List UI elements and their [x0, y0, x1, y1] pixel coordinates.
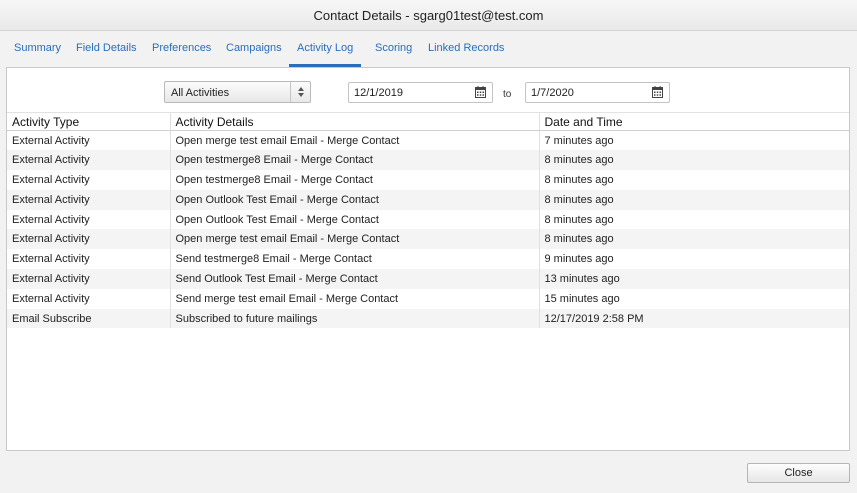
table-row[interactable]: Email Subscribe Subscribed to future mai…	[7, 308, 849, 329]
calendar-icon[interactable]	[652, 86, 663, 98]
column-header-activity-type[interactable]: Activity Type	[7, 112, 170, 131]
tab-activity-log[interactable]: Activity Log	[289, 42, 362, 67]
activity-type-cell: External Activity	[7, 209, 170, 230]
activity-type-cell: Email Subscribe	[7, 308, 170, 329]
from-date-input[interactable]	[349, 83, 469, 102]
activity-details-cell: Open testmerge8 Email - Merge Contact	[169, 170, 539, 190]
date-range-to-label: to	[503, 89, 512, 100]
to-date-input[interactable]	[526, 83, 646, 102]
tab-preferences[interactable]: Preferences	[152, 42, 211, 67]
activity-type-cell: External Activity	[7, 150, 170, 171]
activity-details-cell: Open testmerge8 Email - Merge Contact	[169, 150, 539, 171]
tab-campaigns[interactable]: Campaigns	[226, 42, 282, 67]
table-row[interactable]: External Activity Open Outlook Test Emai…	[7, 209, 849, 230]
activity-details-cell: Open merge test email Email - Merge Cont…	[169, 130, 539, 151]
date-time-cell: 7 minutes ago	[538, 130, 849, 151]
activity-details-cell: Subscribed to future mailings	[169, 308, 539, 329]
date-time-cell: 8 minutes ago	[538, 209, 849, 230]
date-time-cell: 12/17/2019 2:58 PM	[538, 308, 849, 329]
activity-type-cell: External Activity	[7, 288, 170, 309]
date-time-cell: 8 minutes ago	[538, 150, 849, 171]
activity-type-cell: External Activity	[7, 170, 170, 190]
close-button[interactable]: Close	[747, 463, 850, 483]
activity-details-cell: Send testmerge8 Email - Merge Contact	[169, 249, 539, 270]
activity-details-cell: Open Outlook Test Email - Merge Contact	[169, 189, 539, 210]
activity-details-cell: Send merge test email Email - Merge Cont…	[169, 288, 539, 309]
date-time-cell: 15 minutes ago	[538, 288, 849, 309]
table-row[interactable]: External Activity Open testmerge8 Email …	[7, 150, 849, 171]
date-time-cell: 8 minutes ago	[538, 229, 849, 250]
table-row[interactable]: External Activity Send testmerge8 Email …	[7, 249, 849, 270]
date-time-cell: 13 minutes ago	[538, 269, 849, 289]
activity-type-value: All Activities	[171, 87, 230, 99]
activity-type-cell: External Activity	[7, 269, 170, 289]
date-time-cell: 8 minutes ago	[538, 170, 849, 190]
up-down-arrows-icon	[290, 82, 310, 102]
activity-table: Activity Type Activity Details Date and …	[7, 112, 849, 329]
from-date-field	[348, 82, 493, 103]
column-header-date-time[interactable]: Date and Time	[538, 112, 849, 131]
tab-summary[interactable]: Summary	[14, 42, 61, 67]
date-time-cell: 8 minutes ago	[538, 189, 849, 210]
date-time-cell: 9 minutes ago	[538, 249, 849, 270]
activity-log-panel: All Activities to	[6, 67, 850, 451]
to-date-field	[525, 82, 670, 103]
table-row[interactable]: External Activity Send merge test email …	[7, 288, 849, 309]
activity-details-cell: Open Outlook Test Email - Merge Contact	[169, 209, 539, 230]
tab-bar: Summary Field Details Preferences Campai…	[0, 31, 857, 67]
activity-type-cell: External Activity	[7, 130, 170, 151]
table-row[interactable]: External Activity Open merge test email …	[7, 229, 849, 250]
table-row[interactable]: External Activity Open testmerge8 Email …	[7, 170, 849, 190]
calendar-icon[interactable]	[475, 86, 486, 98]
activity-type-select[interactable]: All Activities	[164, 81, 311, 103]
activity-details-cell: Open merge test email Email - Merge Cont…	[169, 229, 539, 250]
window-title: Contact Details - sgarg01test@test.com	[0, 0, 857, 31]
tab-scoring[interactable]: Scoring	[375, 42, 412, 67]
activity-type-cell: External Activity	[7, 229, 170, 250]
activity-details-cell: Send Outlook Test Email - Merge Contact	[169, 269, 539, 289]
table-row[interactable]: External Activity Open Outlook Test Emai…	[7, 189, 849, 210]
column-header-activity-details[interactable]: Activity Details	[169, 112, 539, 131]
activity-type-cell: External Activity	[7, 189, 170, 210]
table-header-row: Activity Type Activity Details Date and …	[7, 112, 849, 131]
tab-field-details[interactable]: Field Details	[76, 42, 137, 67]
table-row[interactable]: External Activity Open merge test email …	[7, 130, 849, 151]
activity-type-cell: External Activity	[7, 249, 170, 270]
tab-linked-records[interactable]: Linked Records	[428, 42, 504, 67]
table-row[interactable]: External Activity Send Outlook Test Emai…	[7, 269, 849, 289]
